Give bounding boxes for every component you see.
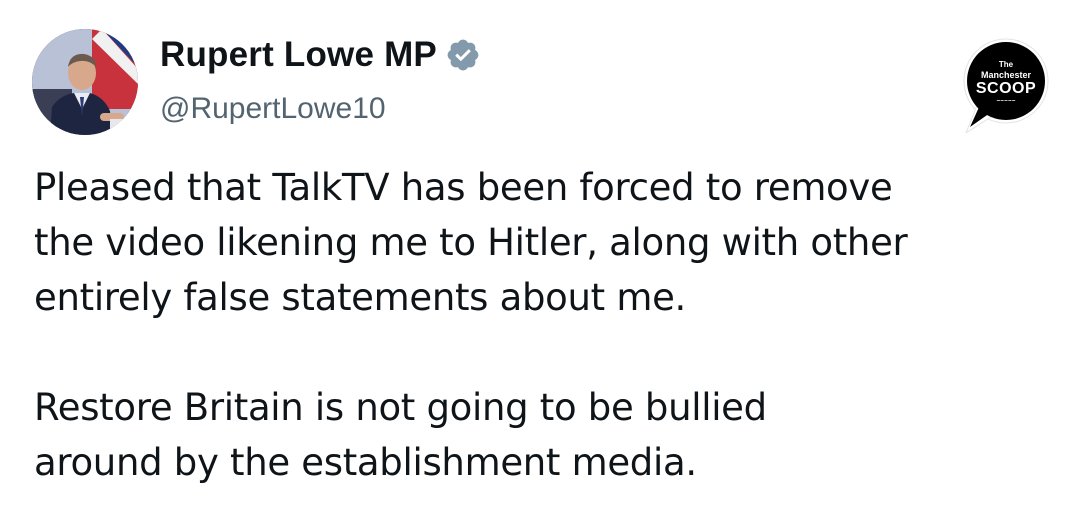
tweet-line: Restore Britain is not going to be bulli… [34,386,767,429]
logo-text: The Manchester SCOOP ▬ ▬ ▬ ▬ ▬ [962,37,1050,125]
avatar-image [32,29,138,135]
verified-badge-icon [445,37,481,73]
manchester-scoop-logo: The Manchester SCOOP ▬ ▬ ▬ ▬ ▬ [958,37,1054,135]
author-display-name[interactable]: Rupert Lowe MP [160,35,437,75]
tweet-card: Rupert Lowe MP @RupertLowe10 The Manches… [0,0,1080,515]
tweet-line: around by the establishment media. [34,441,697,484]
logo-line-the: The [998,59,1014,69]
logo-line-manchester: Manchester [980,69,1032,80]
tweet-text: Pleased that TalkTV has been forced to r… [34,160,1074,490]
tweet-line: Pleased that TalkTV has been forced to r… [34,166,893,209]
tweet-line: entirely false statements about me. [34,276,686,319]
author-handle[interactable]: @RupertLowe10 [160,92,386,126]
tweet-line: the video likening me to Hitler, along w… [34,221,908,264]
avatar[interactable] [32,29,138,135]
author-name-row: Rupert Lowe MP [160,30,481,80]
logo-line-scoop: SCOOP [975,79,1037,97]
logo-tagline-decoration: ▬ ▬ ▬ ▬ ▬ [996,97,1016,102]
